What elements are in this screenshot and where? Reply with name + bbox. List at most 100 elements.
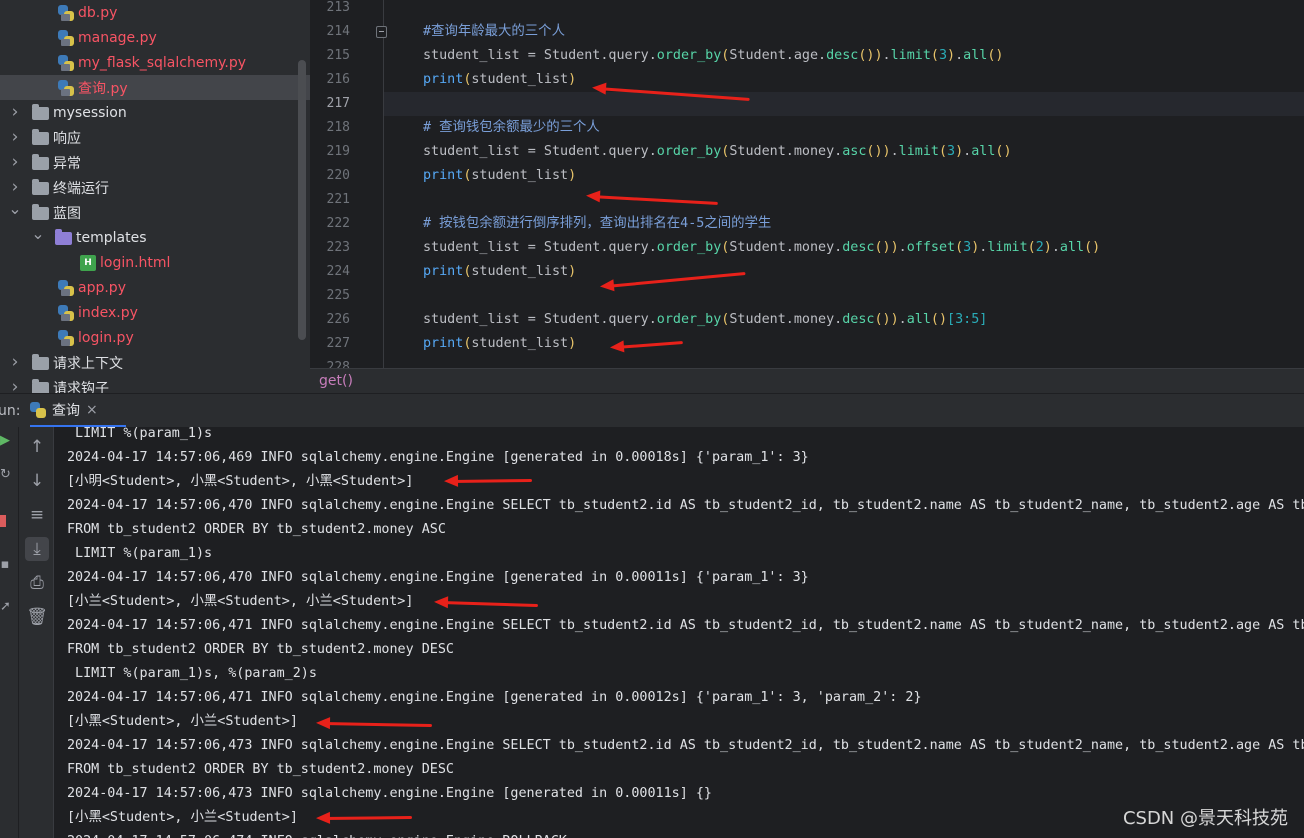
folder-icon [32, 203, 49, 220]
code-line[interactable]: student_list = Student.query.order_by(St… [423, 236, 1100, 260]
console-line: LIMIT %(param_1)s, %(param_2)s [67, 666, 317, 681]
tree-item[interactable]: index.py [0, 300, 310, 325]
python-icon [30, 401, 46, 418]
console-toolbar: ↑ ↓ ≡ ⤓ ⎙ 🗑 [19, 427, 54, 838]
code-line[interactable]: # 查询钱包余额最少的三个人 [423, 116, 600, 140]
python-file-icon [58, 54, 74, 71]
console-line: 2024-04-17 14:57:06,473 INFO sqlalchemy.… [67, 786, 712, 801]
code-line[interactable]: # 按钱包余额进行倒序排列，查询出排名在4-5之间的学生 [423, 212, 771, 236]
tree-item-label: 查询.py [78, 80, 128, 97]
python-file-icon [58, 4, 74, 21]
tree-item-label: index.py [78, 304, 138, 321]
fold-marker-icon[interactable] [376, 26, 387, 38]
tree-item-label: db.py [78, 4, 118, 21]
trash-icon[interactable]: 🗑 [25, 605, 49, 629]
tree-item-label: 蓝图 [53, 205, 81, 222]
line-number-gutter: 213 214 215 216 217 218 219 220 221 222 223 224 225 2… [310, 0, 384, 368]
folder-icon [32, 153, 49, 170]
folder-icon [32, 128, 49, 145]
stop-icon[interactable] [0, 515, 6, 527]
folder-icon [32, 353, 49, 370]
soft-wrap-icon[interactable]: ≡ [25, 503, 49, 527]
code-line[interactable]: student_list = Student.query.order_by(St… [423, 308, 987, 332]
console-line: LIMIT %(param_1)s [67, 546, 213, 561]
tab-run-query[interactable]: 查询 × [30, 394, 126, 428]
tree-item-label: 异常 [53, 155, 81, 172]
tree-item[interactable]: ⌄ 蓝图 [0, 199, 310, 225]
chevron-right-icon[interactable]: › [8, 102, 22, 122]
console-line: FROM tb_student2 ORDER BY tb_student2.mo… [67, 522, 446, 537]
tree-item-label: app.py [78, 279, 126, 296]
folder-icon [32, 103, 49, 120]
tree-item[interactable]: db.py [0, 0, 310, 25]
rerun-icon[interactable]: ▶ [0, 433, 10, 448]
chevron-down-icon[interactable]: ⌄ [8, 199, 22, 218]
breadcrumb-hint[interactable]: get() [310, 368, 1304, 393]
console-line: [小黑<Student>, 小兰<Student>] [67, 714, 298, 729]
run-tab-label: 查询 [52, 402, 80, 419]
tree-item[interactable]: ⌄ templates [0, 224, 310, 250]
line-number: 220 [326, 168, 350, 183]
console-line: 2024-04-17 14:57:06,469 INFO sqlalchemy.… [67, 450, 809, 465]
arrow-down-icon[interactable]: ↓ [25, 469, 49, 493]
tree-item[interactable]: › 响应 [0, 125, 310, 150]
code-editor[interactable]: 213 214 215 216 217 218 219 220 221 222 223 224 225 2… [310, 0, 1304, 368]
tree-item-label: templates [76, 229, 147, 246]
arrow-up-icon[interactable]: ↑ [25, 435, 49, 459]
line-number: 218 [326, 120, 350, 135]
chevron-right-icon[interactable]: › [8, 377, 22, 394]
run-label: un: [0, 403, 21, 419]
line-number: 222 [326, 216, 350, 231]
python-file-icon [58, 329, 74, 346]
tree-item[interactable]: app.py [0, 275, 310, 300]
current-line-highlight [384, 92, 1304, 116]
console-line: [小黑<Student>, 小兰<Student>] [67, 810, 298, 825]
tree-item[interactable]: 查询.py [0, 75, 310, 100]
pin-icon[interactable]: ➚ [0, 599, 11, 614]
tree-item[interactable]: login.py [0, 325, 310, 350]
console-line: 2024-04-17 14:57:06,470 INFO sqlalchemy.… [67, 498, 1304, 513]
code-line[interactable]: print(student_list) [423, 332, 576, 356]
tree-item[interactable]: my_flask_sqlalchemy.py [0, 50, 310, 75]
run-console-output[interactable]: LIMIT %(param_1)s 2024-04-17 14:57:06,469… [54, 427, 1304, 838]
layout-icon[interactable]: ▪ [0, 557, 10, 572]
tree-item-label: login.html [100, 254, 171, 271]
code-line[interactable]: print(student_list) [423, 68, 576, 92]
code-line[interactable]: print(student_list) [423, 260, 576, 284]
tree-item-label: 响应 [53, 130, 81, 147]
chevron-right-icon[interactable]: › [8, 352, 22, 372]
chevron-down-icon[interactable]: ⌄ [31, 224, 45, 243]
chevron-right-icon[interactable]: › [8, 177, 22, 197]
print-icon[interactable]: ⎙ [25, 571, 49, 595]
line-number: 215 [326, 48, 350, 63]
modify-run-icon[interactable]: ↻ [0, 467, 11, 482]
tree-scrollbar[interactable] [298, 60, 306, 340]
chevron-right-icon[interactable]: › [8, 127, 22, 147]
code-line[interactable]: student_list = Student.query.order_by(St… [423, 44, 1003, 68]
console-line: FROM tb_student2 ORDER BY tb_student2.mo… [67, 762, 454, 777]
tree-item-label: my_flask_sqlalchemy.py [78, 54, 246, 71]
tree-item[interactable]: › mysession [0, 100, 310, 125]
tree-item[interactable]: › 终端运行 [0, 175, 310, 200]
line-number: 226 [326, 312, 350, 327]
chevron-right-icon[interactable]: › [8, 152, 22, 172]
tree-item-label: 请求钩子 [53, 380, 109, 394]
line-number: 217 [326, 96, 350, 111]
line-number: 213 [326, 0, 350, 15]
console-line: 2024-04-17 14:57:06,474 INFO sqlalchemy.… [67, 830, 567, 838]
folder-icon [32, 378, 49, 393]
tree-item-label: mysession [53, 104, 127, 121]
tree-item[interactable]: › 请求上下文 [0, 350, 310, 375]
python-file-icon [58, 79, 74, 96]
tree-item[interactable]: › 请求钩子 [0, 375, 310, 393]
line-number: 214 [326, 24, 350, 39]
code-line[interactable]: print(student_list) [423, 164, 576, 188]
tree-item[interactable]: manage.py [0, 25, 310, 50]
tree-item[interactable]: › 异常 [0, 150, 310, 175]
tree-item[interactable]: Hlogin.html [0, 250, 310, 275]
code-line[interactable]: #查询年龄最大的三个人 [423, 20, 565, 44]
code-line[interactable]: student_list = Student.query.order_by(St… [423, 140, 1012, 164]
close-icon[interactable]: × [86, 402, 98, 418]
scroll-to-end-icon[interactable]: ⤓ [25, 537, 49, 561]
line-number: 225 [326, 288, 350, 303]
